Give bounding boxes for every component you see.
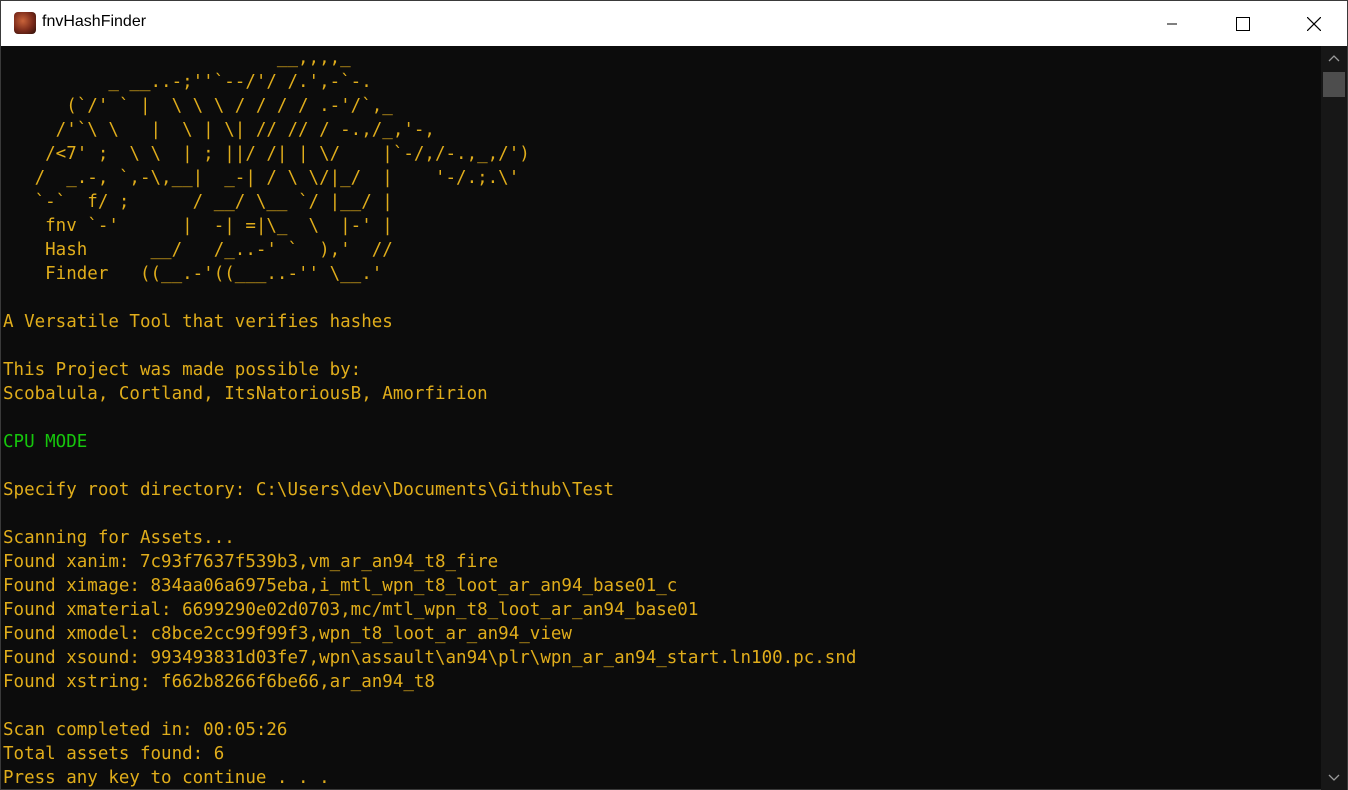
app-icon — [14, 12, 36, 34]
found-asset-line: Found xmaterial: 6699290e02d0703,mc/mtl_… — [3, 600, 699, 620]
found-asset-line: Found xstring: f662b8266f6be66,ar_an94_t… — [3, 672, 435, 692]
ascii-art-line: Finder ((__.-'((___..-'' \__.' — [3, 264, 383, 284]
ascii-art-line: / _.-, `,-\,__| _-| / \ \/|_/ | '-/.;.\' — [3, 168, 520, 188]
maximize-icon — [1236, 16, 1250, 31]
ascii-art-line: `-` f/ ; / __/ \__ `/ |__/ | — [3, 192, 393, 212]
tagline: A Versatile Tool that verifies hashes — [3, 312, 393, 332]
scroll-down-button[interactable] — [1321, 766, 1347, 790]
ascii-art-line: Hash __/ /_..-' ` ),' // — [3, 240, 393, 260]
close-button[interactable] — [1291, 1, 1337, 46]
vertical-scrollbar[interactable] — [1321, 46, 1347, 790]
chevron-down-icon — [1328, 774, 1340, 781]
console-output[interactable]: __,,,,_ _ __..-;''`--/'/ /.',-`-. (`/' `… — [3, 46, 1319, 790]
console-window: fnvHashFinder __,,,,_ _ __..-;''`--/'/ /… — [0, 0, 1348, 790]
press-any-key-prompt: Press any key to continue . . . — [3, 768, 330, 788]
chevron-up-icon — [1328, 55, 1340, 62]
maximize-button[interactable] — [1220, 1, 1266, 46]
ascii-art-line: /<7' ; \ \ | ; ||/ /| | \/ |`-/,/-.,_,/'… — [3, 144, 530, 164]
found-asset-line: Found xsound: 993493831d03fe7,wpn\assaul… — [3, 648, 857, 668]
window-title: fnvHashFinder — [42, 13, 147, 30]
close-icon — [1307, 16, 1321, 31]
scroll-up-button[interactable] — [1321, 46, 1347, 70]
credits-heading: This Project was made possible by: — [3, 360, 362, 380]
scan-completed-time: Scan completed in: 00:05:26 — [3, 720, 288, 740]
mode-indicator: CPU MODE — [3, 432, 88, 452]
scanning-status: Scanning for Assets... — [3, 528, 235, 548]
ascii-art-line: /'`\ \ | \ | \| // // / -.,/_,'-, — [3, 120, 435, 140]
credits-names: Scobalula, Cortland, ItsNatoriousB, Amor… — [3, 384, 488, 404]
found-asset-line: Found xanim: 7c93f7637f539b3,vm_ar_an94_… — [3, 552, 499, 572]
found-asset-line: Found ximage: 834aa06a6975eba,i_mtl_wpn_… — [3, 576, 678, 596]
ascii-art-line: _ __..-;''`--/'/ /.',-`-. — [3, 72, 372, 92]
total-assets-found: Total assets found: 6 — [3, 744, 225, 764]
ascii-art-line: __,,,,_ — [3, 48, 351, 68]
found-asset-line: Found xmodel: c8bce2cc99f99f3,wpn_t8_loo… — [3, 624, 572, 644]
minimize-button[interactable] — [1149, 1, 1195, 46]
scroll-thumb[interactable] — [1323, 72, 1345, 97]
ascii-art-line: fnv `-' | -| =|\_ \ |-' | — [3, 216, 393, 236]
minimize-icon — [1167, 23, 1177, 24]
title-bar[interactable]: fnvHashFinder — [1, 1, 1347, 46]
ascii-art-line: (`/' ` | \ \ \ / / / / .-'/`,_ — [3, 96, 393, 116]
root-directory-prompt: Specify root directory: C:\Users\dev\Doc… — [3, 480, 615, 500]
